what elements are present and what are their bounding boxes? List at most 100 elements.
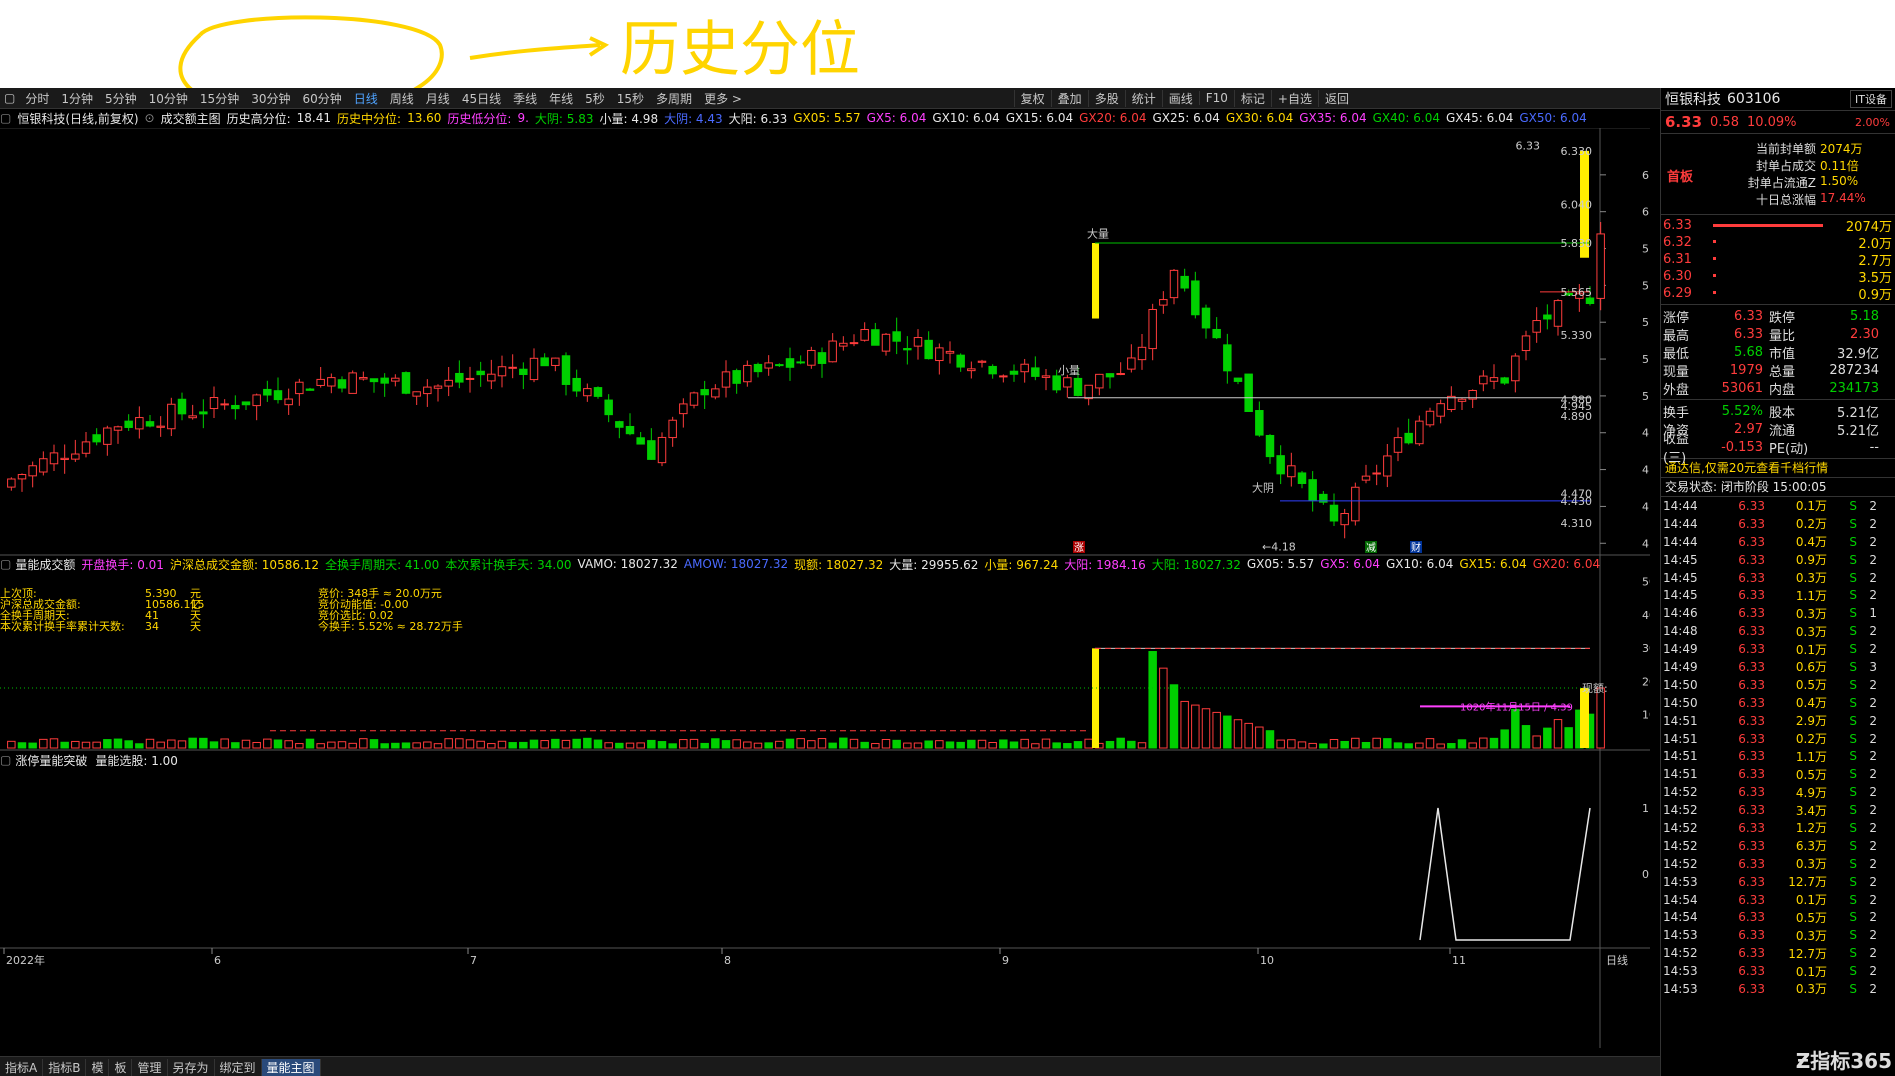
- candle[interactable]: [1212, 317, 1221, 340]
- volume-bar[interactable]: [935, 740, 944, 749]
- candle[interactable]: [1084, 384, 1093, 406]
- candle[interactable]: [284, 388, 293, 415]
- volume-bar[interactable]: [497, 740, 507, 749]
- tick-row[interactable]: 14:49 6.33 0.6万 S 3: [1661, 658, 1895, 676]
- volume-bar[interactable]: [967, 739, 976, 749]
- volume-bar[interactable]: [177, 740, 187, 749]
- candle[interactable]: [860, 322, 869, 342]
- tick-row[interactable]: 14:53 6.33 12.7万 S 2: [1661, 873, 1895, 891]
- tick-row[interactable]: 14:49 6.33 0.1万 S 2: [1661, 640, 1895, 658]
- volume-bar[interactable]: [1436, 743, 1445, 749]
- device-button[interactable]: IT设备: [1850, 90, 1892, 108]
- volume-bar[interactable]: [1223, 715, 1232, 749]
- volume-bar[interactable]: [999, 739, 1008, 749]
- tick-row[interactable]: 14:45 6.33 1.1万 S 2: [1661, 586, 1895, 604]
- period-tab[interactable]: 分时: [19, 90, 55, 107]
- candle[interactable]: [881, 333, 891, 356]
- toolbar-button[interactable]: 统计: [1124, 89, 1162, 107]
- volume-bar[interactable]: [892, 739, 901, 749]
- bottom-tab[interactable]: 另存为: [168, 1058, 215, 1076]
- volume-bar[interactable]: [839, 737, 848, 749]
- candle[interactable]: [1287, 452, 1296, 487]
- period-tab[interactable]: 45日线: [456, 90, 507, 107]
- candle[interactable]: [999, 374, 1008, 383]
- candle[interactable]: [1137, 333, 1147, 370]
- volume-bar[interactable]: [444, 738, 453, 749]
- candle[interactable]: [636, 432, 645, 445]
- volume-bar[interactable]: [71, 740, 80, 749]
- candle[interactable]: [316, 366, 325, 388]
- volume-bar[interactable]: [1361, 741, 1371, 749]
- candle[interactable]: [572, 369, 581, 397]
- volume-bar[interactable]: [1180, 700, 1189, 749]
- candle[interactable]: [369, 378, 379, 393]
- candle[interactable]: [199, 399, 208, 429]
- volume-bar[interactable]: [753, 742, 763, 749]
- volume-bar[interactable]: [209, 741, 219, 749]
- candle[interactable]: [7, 477, 16, 491]
- candle[interactable]: [1127, 344, 1136, 373]
- candle[interactable]: [1276, 445, 1285, 485]
- volume-bar[interactable]: [924, 740, 933, 749]
- volume-bar[interactable]: [1169, 684, 1179, 749]
- candle[interactable]: [444, 366, 453, 397]
- period-tab[interactable]: 年线: [543, 90, 579, 107]
- volume-bar[interactable]: [327, 741, 336, 749]
- volume-bar[interactable]: [1276, 739, 1285, 749]
- volume-bar[interactable]: [732, 739, 741, 749]
- volume-bar[interactable]: [1116, 737, 1125, 749]
- candle[interactable]: [871, 322, 880, 346]
- period-tab[interactable]: 更多 >: [698, 90, 748, 107]
- candle[interactable]: [1479, 370, 1488, 392]
- bottom-tab[interactable]: 指标A: [0, 1058, 44, 1076]
- candle[interactable]: [1297, 471, 1307, 489]
- toolbar-button[interactable]: 多股: [1087, 89, 1125, 107]
- volume-bar[interactable]: [1020, 738, 1029, 749]
- toolbar-button[interactable]: F10: [1198, 91, 1234, 105]
- candle[interactable]: [1105, 373, 1115, 389]
- tick-row[interactable]: 14:54 6.33 0.1万 S 2: [1661, 891, 1895, 909]
- candle[interactable]: [1415, 415, 1424, 446]
- tick-row[interactable]: 14:44 6.33 0.4万 S 2: [1661, 533, 1895, 551]
- volume-bar[interactable]: [1319, 743, 1328, 749]
- candle[interactable]: [167, 397, 176, 437]
- candle[interactable]: [689, 391, 699, 409]
- candle[interactable]: [348, 370, 357, 394]
- candle[interactable]: [1425, 407, 1435, 428]
- volume-bar[interactable]: [1041, 738, 1051, 749]
- candle[interactable]: [476, 361, 485, 387]
- bottom-tab[interactable]: 绑定到: [215, 1058, 262, 1076]
- toolbar-button[interactable]: 返回: [1317, 89, 1355, 107]
- volume-bar[interactable]: [81, 741, 91, 749]
- tick-row[interactable]: 14:52 6.33 3.4万 S 2: [1661, 801, 1895, 819]
- candle[interactable]: [657, 432, 667, 467]
- volume-bar[interactable]: [49, 738, 59, 749]
- volume-bar[interactable]: [572, 738, 581, 749]
- candle[interactable]: [903, 336, 912, 365]
- candle[interactable]: [1468, 389, 1477, 408]
- tick-row[interactable]: 14:44 6.33 0.1万 S 2: [1661, 497, 1895, 515]
- volume-bar[interactable]: [359, 738, 368, 749]
- candle[interactable]: [1191, 271, 1200, 319]
- candle[interactable]: [1372, 464, 1381, 486]
- tick-row[interactable]: 14:51 6.33 2.9万 S 2: [1661, 712, 1895, 730]
- candle[interactable]: [1447, 386, 1456, 413]
- volume-bar[interactable]: [476, 740, 485, 749]
- toolbar-button[interactable]: 复权: [1013, 89, 1051, 107]
- volume-bar[interactable]: [1244, 722, 1253, 749]
- candle[interactable]: [945, 341, 955, 364]
- candle[interactable]: [455, 360, 464, 389]
- volume-bar[interactable]: [796, 738, 805, 749]
- candle[interactable]: [359, 371, 368, 381]
- candle[interactable]: [1511, 353, 1520, 393]
- volume-bar[interactable]: [1500, 729, 1509, 749]
- tick-row[interactable]: 14:53 6.33 0.3万 S 2: [1661, 980, 1895, 998]
- candle[interactable]: [1169, 269, 1179, 305]
- candle[interactable]: [145, 414, 155, 428]
- candle[interactable]: [892, 317, 901, 355]
- volume-bar[interactable]: [423, 741, 432, 749]
- candle[interactable]: [220, 399, 229, 410]
- candle[interactable]: [1543, 304, 1552, 330]
- volume-bar[interactable]: [1308, 742, 1317, 749]
- volume-bar[interactable]: [1073, 741, 1083, 749]
